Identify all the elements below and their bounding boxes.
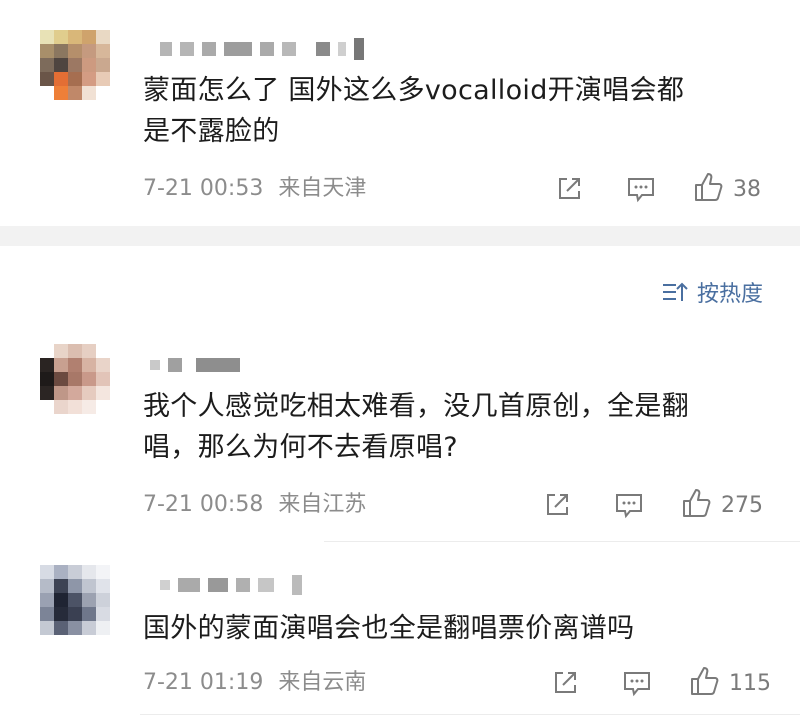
section-divider	[0, 226, 800, 246]
avatar[interactable]	[40, 565, 110, 635]
comment-actions: 38	[553, 171, 761, 207]
comment-text-line: 是不露脸的	[143, 116, 280, 147]
username-masked[interactable]	[160, 574, 310, 595]
like-count: 275	[721, 492, 763, 518]
sort-icon	[661, 280, 689, 304]
like-icon	[693, 171, 725, 207]
avatar[interactable]	[40, 30, 110, 100]
comment-text-line: 我个人感觉吃相太难看，没几首原创，全是翻	[143, 391, 689, 422]
comment-meta: 7-21 00:53 来自天津	[143, 176, 366, 202]
comment-text: 蒙面怎么了 国外这么多vocalloid开演唱会都 是不露脸的	[143, 70, 763, 152]
comment-text-line: 国外的蒙面演唱会也全是翻唱票价离谱吗	[143, 613, 635, 644]
comment-location: 来自江苏	[278, 492, 367, 517]
comment-time: 7-21 00:58	[143, 492, 264, 517]
like-count: 115	[729, 670, 771, 696]
comment-meta: 7-21 00:58 来自江苏	[143, 492, 366, 518]
comment-icon[interactable]	[625, 173, 657, 205]
avatar[interactable]	[40, 344, 110, 414]
like-icon	[681, 487, 713, 523]
comment-text: 国外的蒙面演唱会也全是翻唱票价离谱吗	[143, 608, 763, 649]
like-icon	[689, 665, 721, 701]
share-icon[interactable]	[553, 173, 585, 205]
comment-icon[interactable]	[613, 489, 645, 521]
comment-icon[interactable]	[621, 667, 653, 699]
sort-by-hot-button[interactable]: 按热度	[661, 276, 763, 308]
comment-separator	[324, 541, 800, 542]
comment-text-line: 蒙面怎么了 国外这么多vocalloid开演唱会都	[143, 75, 685, 106]
comment-location: 来自天津	[278, 176, 367, 201]
comment-text: 我个人感觉吃相太难看，没几首原创，全是翻 唱，那么为何不去看原唱?	[143, 386, 763, 468]
like-count: 38	[733, 176, 761, 202]
comment-meta: 7-21 01:19 来自云南	[143, 670, 366, 696]
like-button[interactable]: 275	[681, 487, 763, 523]
comment-time: 7-21 01:19	[143, 670, 264, 695]
username-masked[interactable]	[150, 354, 248, 372]
sort-label: 按热度	[697, 282, 764, 307]
comment-actions: 275	[541, 487, 763, 523]
like-button[interactable]: 38	[693, 171, 761, 207]
share-icon[interactable]	[549, 667, 581, 699]
comment-location: 来自云南	[278, 670, 367, 695]
comment-time: 7-21 00:53	[143, 176, 264, 201]
share-icon[interactable]	[541, 489, 573, 521]
comment-separator	[140, 714, 800, 715]
username-masked[interactable]	[160, 38, 372, 60]
comment-actions: 115	[549, 665, 771, 701]
like-button[interactable]: 115	[689, 665, 771, 701]
comment-text-line: 唱，那么为何不去看原唱?	[143, 432, 458, 463]
